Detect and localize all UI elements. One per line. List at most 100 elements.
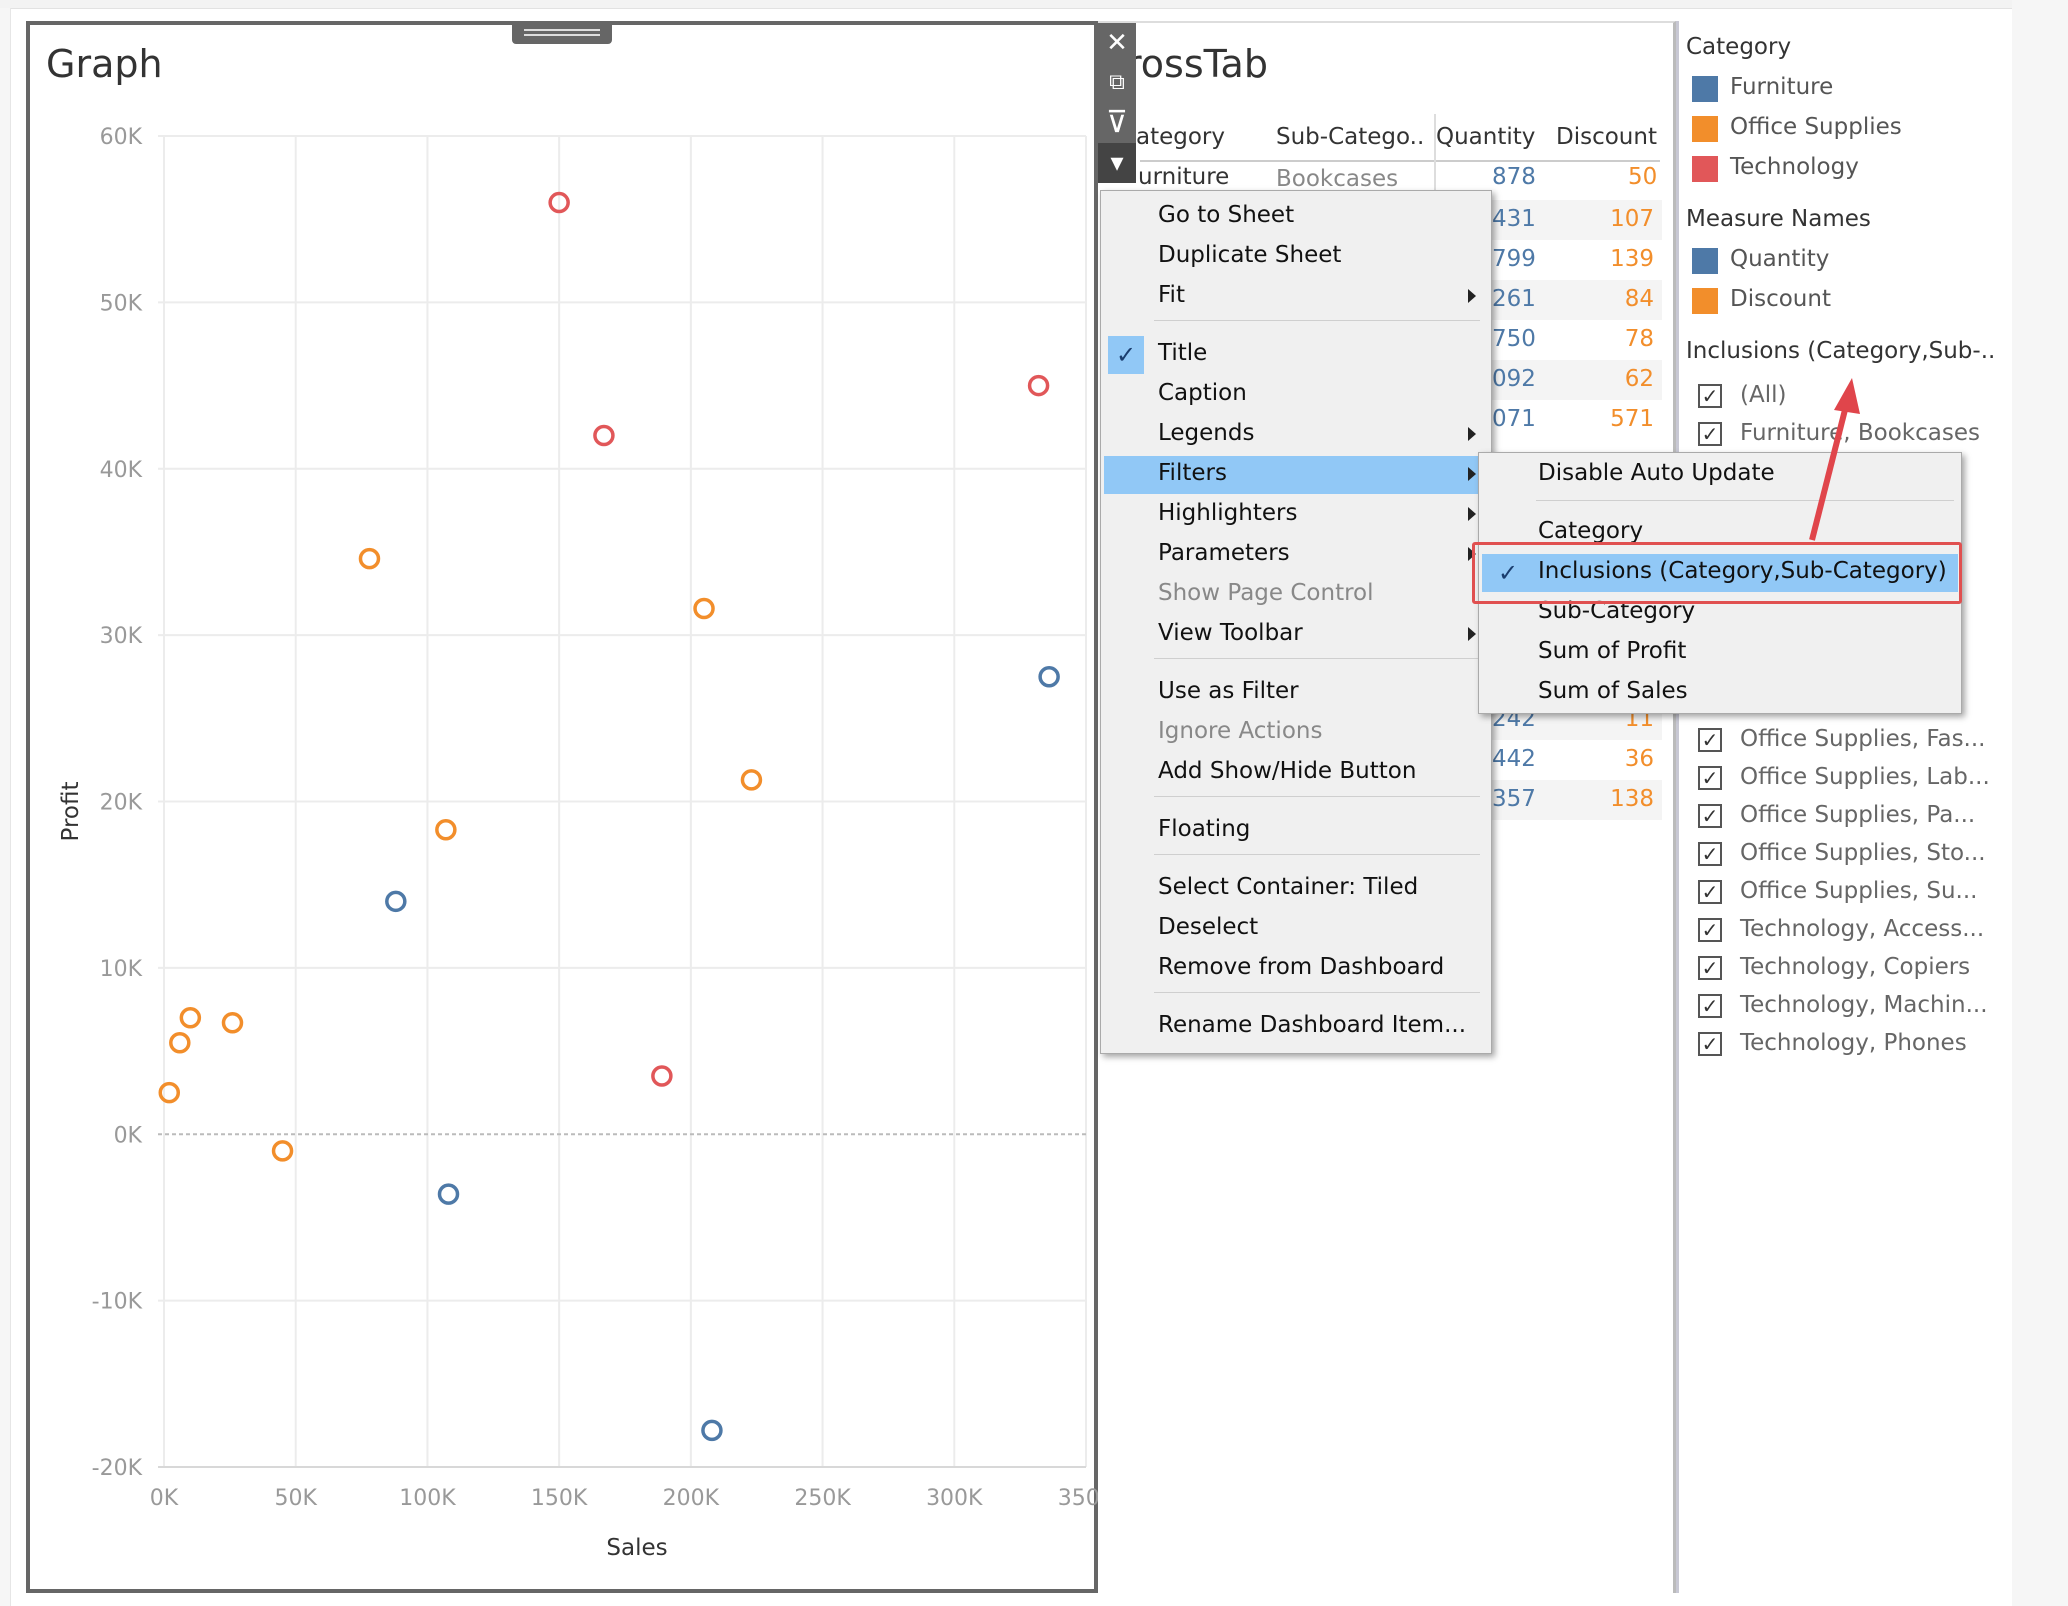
- menu-item-label: Duplicate Sheet: [1158, 242, 1342, 268]
- scatter-point-furniture[interactable]: [437, 1183, 460, 1205]
- open-sheet-icon[interactable]: ⧉: [1098, 63, 1136, 103]
- col-header-discount[interactable]: Discount: [1556, 124, 1657, 150]
- checkbox-checked-icon[interactable]: ✓: [1698, 880, 1722, 904]
- menu-item-use-as-filter[interactable]: Use as Filter: [1104, 674, 1488, 712]
- scatter-point-technology[interactable]: [651, 1065, 673, 1087]
- highlight-annotation-box: [1472, 542, 1962, 604]
- menu-item-label: Floating: [1158, 816, 1251, 842]
- measure-legend-title: Measure Names: [1686, 206, 1871, 232]
- menu-separator: [1154, 992, 1480, 993]
- checkbox-checked-icon[interactable]: ✓: [1698, 728, 1722, 752]
- scatter-chart[interactable]: 0K 50K 100K 150K 200K 250K 300K 350K 60K 50K 40K 30…: [26, 21, 1098, 1593]
- checkbox-checked-icon[interactable]: ✓: [1698, 422, 1722, 446]
- submenu-item-sum-of-profit[interactable]: Sum of Profit: [1482, 634, 1958, 672]
- menu-item-label: View Toolbar: [1158, 620, 1303, 646]
- submenu-item-disable-auto-update[interactable]: Disable Auto Update: [1482, 456, 1958, 494]
- menu-item-add-show-hide-button[interactable]: Add Show/Hide Button: [1104, 754, 1488, 792]
- checkbox-checked-icon[interactable]: ✓: [1698, 766, 1722, 790]
- cell-quantity: 092: [1492, 366, 1536, 392]
- x-tick-label: 100K: [399, 1486, 456, 1511]
- scatter-point-office-supplies[interactable]: [435, 819, 457, 841]
- scatter-point-furniture[interactable]: [701, 1419, 723, 1442]
- col-header-category[interactable]: ategory: [1136, 124, 1225, 150]
- scatter-point-office-supplies[interactable]: [358, 547, 381, 570]
- scatter-point-furniture[interactable]: [385, 890, 407, 913]
- scatter-point-office-supplies[interactable]: [179, 1007, 202, 1029]
- menu-item-parameters[interactable]: Parameters: [1104, 536, 1488, 574]
- menu-item-caption[interactable]: Caption: [1104, 376, 1488, 414]
- cell-discount: 50: [1628, 164, 1658, 190]
- submenu-arrow-icon: [1468, 289, 1476, 303]
- menu-item-legends[interactable]: Legends: [1104, 416, 1488, 454]
- menu-item-filters[interactable]: Filters: [1104, 456, 1488, 494]
- scatter-point-technology[interactable]: [593, 424, 615, 447]
- col-header-quantity[interactable]: Quantity: [1436, 124, 1535, 150]
- menu-separator: [1154, 320, 1480, 321]
- scatter-point-office-supplies[interactable]: [271, 1140, 294, 1162]
- move-grip-handle[interactable]: [512, 22, 612, 44]
- menu-item-fit[interactable]: Fit: [1104, 278, 1488, 316]
- cell-discount: 138: [1610, 786, 1654, 812]
- x-tick-label: 250K: [794, 1486, 851, 1511]
- check-icon: ✓: [1108, 336, 1144, 374]
- filter-icon[interactable]: ⊽: [1098, 103, 1136, 143]
- checkbox-checked-icon[interactable]: ✓: [1698, 1032, 1722, 1056]
- menu-item-label: Go to Sheet: [1158, 202, 1295, 228]
- submenu-item-sum-of-sales[interactable]: Sum of Sales: [1482, 674, 1958, 712]
- scatter-point-office-supplies[interactable]: [740, 769, 763, 791]
- menu-item-label: Highlighters: [1158, 500, 1298, 526]
- dashboard-top-strip: [0, 0, 2012, 9]
- y-tick-label: 50K: [100, 291, 143, 316]
- menu-item-label: Caption: [1158, 380, 1247, 406]
- menu-item-label: Show Page Control: [1158, 580, 1374, 606]
- scatter-point-office-supplies[interactable]: [221, 1012, 244, 1034]
- close-icon[interactable]: ✕: [1098, 23, 1136, 63]
- col-header-subcategory[interactable]: Sub-Catego..: [1276, 124, 1424, 150]
- checkbox-checked-icon[interactable]: ✓: [1698, 842, 1722, 866]
- more-options-icon[interactable]: ▾: [1098, 143, 1136, 183]
- menu-item-duplicate-sheet[interactable]: Duplicate Sheet: [1104, 238, 1488, 276]
- checkbox-checked-icon[interactable]: ✓: [1698, 994, 1722, 1018]
- filter-item-label: Technology, Machin...: [1740, 992, 1988, 1018]
- menu-item-show-page-control: Show Page Control: [1104, 576, 1488, 614]
- menu-item-floating[interactable]: Floating: [1104, 812, 1488, 850]
- menu-item-remove-from-dashboard[interactable]: Remove from Dashboard: [1104, 950, 1488, 988]
- scatter-point-technology[interactable]: [1027, 374, 1050, 397]
- legend-label: Furniture: [1730, 74, 1834, 100]
- menu-item-go-to-sheet[interactable]: Go to Sheet: [1104, 198, 1488, 236]
- menu-item-select-container-tiled[interactable]: Select Container: Tiled: [1104, 870, 1488, 908]
- menu-item-view-toolbar[interactable]: View Toolbar: [1104, 616, 1488, 654]
- category-legend-title: Category: [1686, 34, 1792, 60]
- menu-item-highlighters[interactable]: Highlighters: [1104, 496, 1488, 534]
- menu-item-deselect[interactable]: Deselect: [1104, 910, 1488, 948]
- y-tick-label: 0K: [114, 1123, 143, 1148]
- cell-discount: 62: [1624, 366, 1654, 392]
- legend-swatch: [1692, 288, 1718, 314]
- menu-item-label: Legends: [1158, 420, 1255, 446]
- y-tick-label: -10K: [92, 1290, 143, 1315]
- menu-separator: [1536, 500, 1954, 501]
- checkbox-checked-icon[interactable]: ✓: [1698, 384, 1722, 408]
- y-axis-label: Profit: [58, 782, 84, 842]
- submenu-item-label: Sum of Profit: [1538, 638, 1687, 664]
- chart-ticks: 0K 50K 100K 150K 200K 250K 300K 350K 60K 50K 40K 30…: [92, 125, 1098, 1511]
- legend-label: Office Supplies: [1730, 114, 1902, 140]
- inclusions-filter-title: Inclusions (Category,Sub-..: [1686, 338, 1996, 364]
- menu-item-rename-dashboard-item[interactable]: Rename Dashboard Item...: [1104, 1008, 1488, 1046]
- checkbox-checked-icon[interactable]: ✓: [1698, 956, 1722, 980]
- checkbox-checked-icon[interactable]: ✓: [1698, 918, 1722, 942]
- cell-discount: 139: [1610, 246, 1654, 272]
- scatter-point-furniture[interactable]: [1038, 665, 1060, 688]
- x-tick-label: 50K: [275, 1486, 318, 1511]
- checkbox-checked-icon[interactable]: ✓: [1698, 804, 1722, 828]
- cell-category: urniture: [1138, 164, 1230, 190]
- legend-swatch: [1692, 116, 1718, 142]
- scatter-point-office-supplies[interactable]: [158, 1081, 181, 1104]
- submenu-item-label: Disable Auto Update: [1538, 460, 1775, 486]
- scatter-point-office-supplies[interactable]: [169, 1031, 191, 1054]
- scatter-point-office-supplies[interactable]: [693, 597, 715, 620]
- menu-item-title[interactable]: ✓ Title: [1104, 336, 1488, 374]
- y-tick-label: -20K: [92, 1456, 143, 1481]
- dashboard-left-strip: [0, 8, 11, 1606]
- legend-swatch: [1692, 76, 1718, 102]
